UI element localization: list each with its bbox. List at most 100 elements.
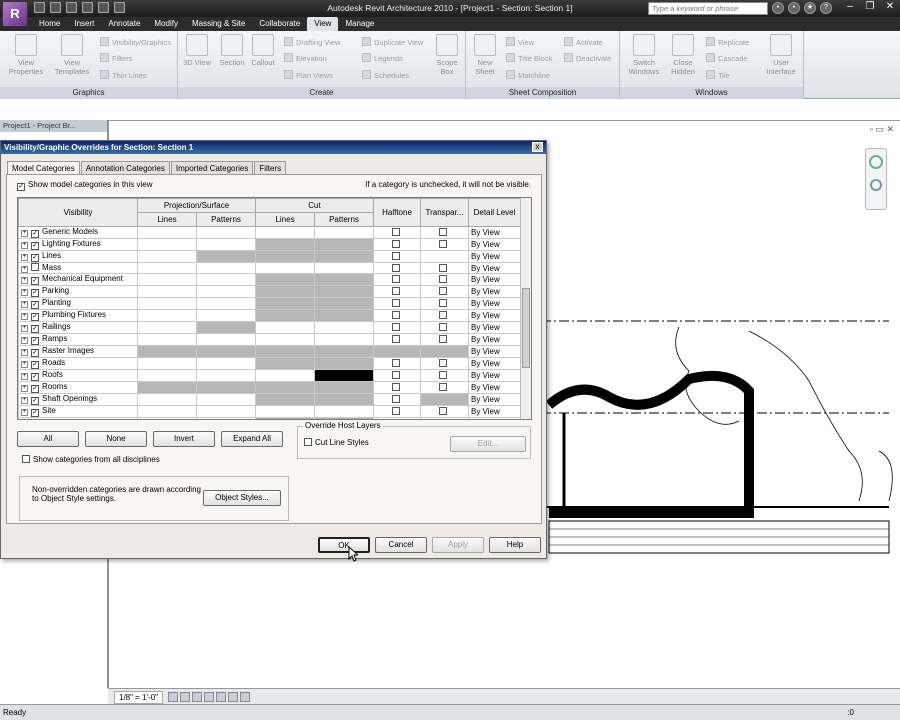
visibility-graphics-button[interactable]: Visibility/Graphics [100, 37, 171, 47]
category-checkbox[interactable] [31, 263, 39, 272]
transparent-checkbox[interactable] [439, 287, 447, 296]
table-row[interactable]: + Mass By View [18, 261, 521, 275]
halftone-checkbox[interactable] [391, 287, 400, 296]
table-row[interactable]: + ✓ Shaft Openings By View [18, 393, 521, 407]
close-icon[interactable]: ✕ [880, 0, 900, 15]
navigation-bar[interactable] [865, 148, 887, 210]
halftone-checkbox[interactable] [392, 419, 400, 420]
transparent-cell[interactable] [420, 238, 469, 251]
detail-level-cell[interactable]: By View [468, 333, 521, 347]
table-row[interactable]: + ✓ Lighting Fixtures By View [18, 238, 521, 251]
category-cell[interactable]: + ✓ Site [18, 405, 138, 419]
table-row[interactable]: + ✓ Mechanical Equipment By View [18, 273, 521, 287]
category-checkbox[interactable]: ✓ [31, 313, 39, 321]
halftone-cell[interactable] [373, 309, 421, 323]
override-cell[interactable] [196, 321, 256, 335]
search-input[interactable]: Type a keyword or phrase [648, 2, 768, 15]
override-cell[interactable] [137, 393, 197, 407]
override-cell[interactable] [196, 273, 256, 287]
tab-collaborate[interactable]: Collaborate [252, 17, 307, 31]
tab-massing-site[interactable]: Massing & Site [185, 17, 252, 31]
view-scale[interactable]: 1/8" = 1'-0" [114, 691, 164, 704]
override-cell[interactable] [255, 393, 315, 407]
transparent-checkbox[interactable] [439, 371, 447, 380]
expand-icon[interactable]: + [21, 361, 28, 369]
transparent-checkbox[interactable] [439, 311, 447, 320]
transparent-cell[interactable] [420, 321, 469, 335]
override-cell[interactable] [137, 261, 197, 275]
close-icon[interactable]: x [532, 142, 543, 152]
category-cell[interactable]: + ✓ Ramps [18, 333, 138, 347]
table-row[interactable]: + ✓ Parking By View [18, 285, 521, 299]
transparent-checkbox[interactable] [439, 383, 447, 392]
override-cell[interactable] [137, 357, 197, 371]
override-cell[interactable] [314, 250, 374, 263]
halftone-checkbox[interactable] [391, 359, 400, 368]
help-icon[interactable]: ? [820, 2, 832, 14]
override-cell[interactable] [255, 250, 315, 263]
schedules-button[interactable]: Schedules [362, 70, 409, 80]
override-cell[interactable] [196, 238, 256, 251]
override-cell[interactable] [255, 226, 315, 239]
override-cell[interactable] [255, 357, 315, 371]
transparent-cell[interactable] [420, 261, 469, 275]
category-cell[interactable]: + ✓ Generic Models [18, 226, 138, 239]
override-cell[interactable] [255, 309, 315, 323]
transparent-checkbox[interactable] [439, 240, 447, 248]
tab-filters[interactable]: Filters [254, 161, 287, 174]
override-cell[interactable] [255, 333, 315, 347]
temp-hide-icon[interactable] [228, 692, 238, 702]
3d-view-button[interactable]: 3D View [180, 34, 214, 67]
transparent-checkbox[interactable] [439, 323, 447, 332]
halftone-checkbox[interactable] [391, 228, 400, 236]
activate-button[interactable]: Activate [564, 37, 603, 47]
tab-imported-categories[interactable]: Imported Categories [170, 161, 254, 174]
override-cell[interactable] [137, 273, 197, 287]
override-cell[interactable] [314, 393, 374, 407]
override-cell[interactable] [314, 226, 374, 239]
override-cell[interactable] [137, 369, 197, 383]
override-cell[interactable] [314, 357, 374, 371]
category-checkbox[interactable]: ✓ [31, 361, 39, 369]
new-sheet-button[interactable]: New Sheet [468, 34, 502, 76]
detail-level-cell[interactable]: By View [468, 393, 521, 407]
category-cell[interactable]: + ✓ Parking [18, 285, 138, 299]
tab-annotation-categories[interactable]: Annotation Categories [80, 161, 170, 174]
tab-insert[interactable]: Insert [67, 17, 101, 31]
override-cell[interactable] [314, 333, 374, 347]
override-cell[interactable] [196, 309, 256, 323]
override-cell[interactable] [196, 285, 256, 299]
category-checkbox[interactable]: ✓ [31, 242, 39, 250]
detail-level-icon[interactable] [168, 692, 178, 702]
invert-button[interactable]: Invert [153, 431, 215, 447]
table-scrollbar[interactable] [520, 198, 531, 419]
expand-icon[interactable]: + [21, 242, 28, 249]
subscription-icon[interactable]: • [788, 2, 800, 14]
view-templates-button[interactable]: View Templates [50, 34, 94, 76]
category-checkbox[interactable]: ✓ [31, 409, 39, 417]
ok-button[interactable]: OK [318, 537, 370, 553]
override-cell[interactable] [196, 297, 256, 311]
callout-button[interactable]: Callout [246, 34, 280, 67]
halftone-cell[interactable] [373, 226, 421, 239]
category-cell[interactable]: + ✓ Roofs [18, 369, 138, 383]
category-cell[interactable]: + ✓ Roads [18, 357, 138, 371]
override-cell[interactable] [137, 297, 197, 311]
halftone-cell[interactable] [373, 333, 421, 347]
deactivate-button[interactable]: Deactivate [564, 53, 611, 63]
override-cell[interactable] [314, 261, 374, 275]
halftone-cell[interactable] [373, 297, 421, 311]
halftone-cell[interactable] [373, 381, 421, 395]
crop-icon[interactable] [204, 692, 214, 702]
override-cell[interactable] [196, 261, 256, 275]
detail-level-cell[interactable]: By View [468, 381, 521, 395]
transparent-checkbox[interactable] [439, 263, 447, 272]
transparent-cell[interactable] [420, 250, 469, 263]
none-button[interactable]: None [85, 431, 147, 447]
halftone-cell[interactable] [373, 417, 421, 420]
projection-patterns-header[interactable]: Patterns [196, 212, 256, 227]
detail-level-cell[interactable]: By View [468, 250, 521, 263]
override-cell[interactable] [255, 321, 315, 335]
star-icon[interactable]: ★ [804, 2, 816, 14]
override-cell[interactable] [137, 285, 197, 299]
